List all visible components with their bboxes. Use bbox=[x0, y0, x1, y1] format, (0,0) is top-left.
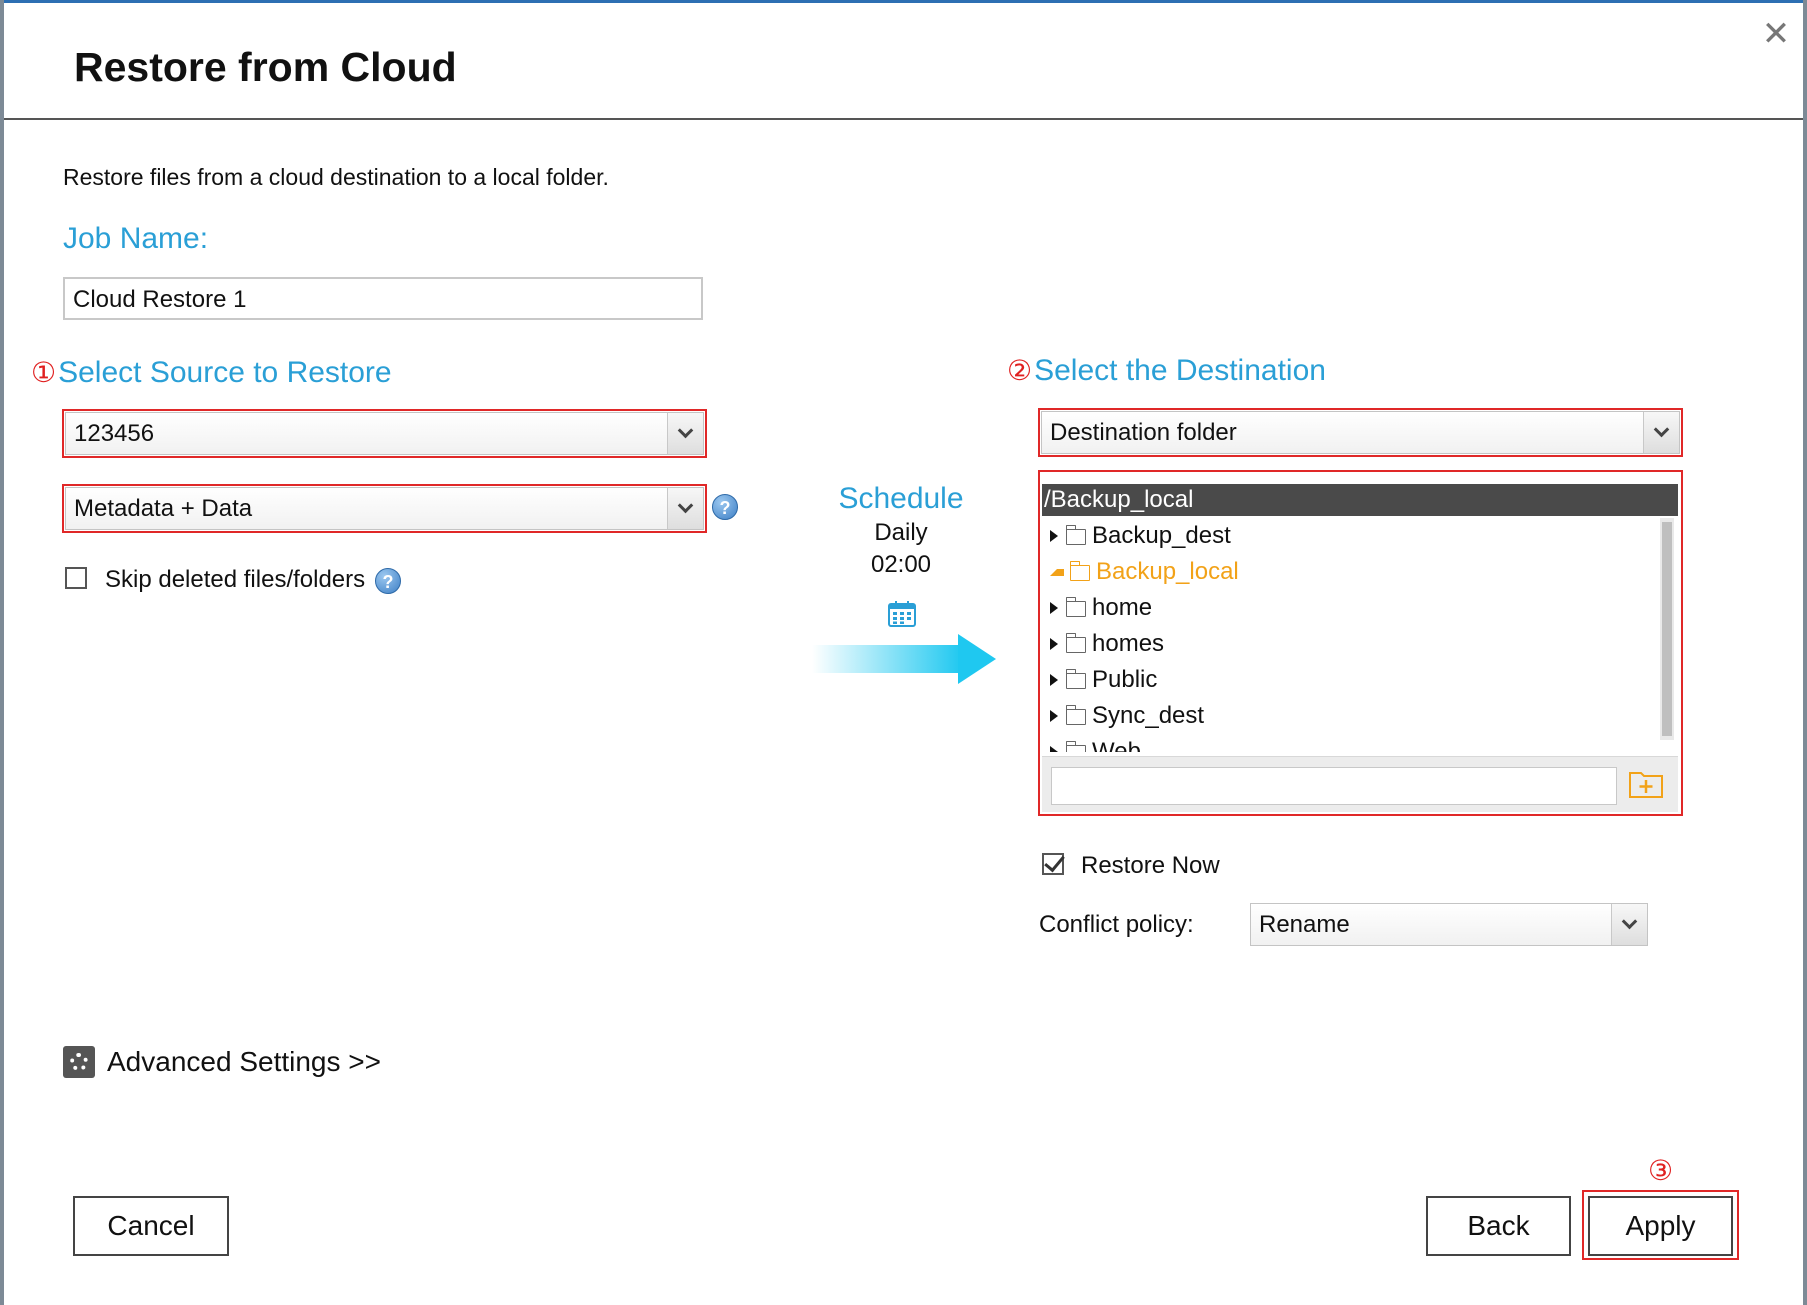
new-folder-bar bbox=[1042, 756, 1678, 812]
expand-arrow-icon[interactable] bbox=[1050, 638, 1058, 650]
apply-button[interactable]: Apply bbox=[1588, 1196, 1733, 1256]
folder-name: home bbox=[1092, 594, 1153, 621]
expand-arrow-icon[interactable] bbox=[1050, 530, 1058, 542]
cancel-button[interactable]: Cancel bbox=[73, 1196, 229, 1256]
folder-item-selected[interactable]: Backup_local bbox=[1042, 554, 1656, 590]
destination-type-select[interactable]: Destination folder bbox=[1041, 411, 1680, 454]
calendar-icon[interactable] bbox=[887, 600, 917, 628]
help-icon[interactable]: ? bbox=[375, 568, 401, 594]
folder-open-icon bbox=[1069, 561, 1090, 581]
source-mode-select[interactable]: Metadata + Data bbox=[65, 487, 704, 530]
expand-arrow-icon[interactable] bbox=[1050, 674, 1058, 686]
back-button[interactable]: Back bbox=[1426, 1196, 1571, 1256]
source-mode-value: Metadata + Data bbox=[74, 494, 253, 522]
skip-deleted-checkbox[interactable] bbox=[65, 567, 87, 589]
source-section-label: ①Select Source to Restore bbox=[31, 356, 392, 390]
folder-icon bbox=[1065, 597, 1086, 617]
expand-arrow-icon[interactable] bbox=[1050, 602, 1058, 614]
destination-section-label: ②Select the Destination bbox=[1007, 354, 1326, 388]
restore-now-label: Restore Now bbox=[1081, 852, 1220, 879]
job-name-input[interactable]: Cloud Restore 1 bbox=[63, 277, 703, 320]
advanced-settings-label: Advanced Settings >> bbox=[107, 1046, 381, 1077]
folder-list-scrollbar[interactable] bbox=[1660, 518, 1674, 740]
schedule-frequency: Daily bbox=[874, 519, 928, 546]
source-cloud-select[interactable]: 123456 bbox=[65, 412, 704, 455]
step-two-marker: ② bbox=[1007, 355, 1033, 386]
skip-deleted-label: Skip deleted files/folders bbox=[105, 566, 366, 593]
folder-icon bbox=[1065, 741, 1086, 752]
dialog-title: Restore from Cloud bbox=[74, 44, 457, 90]
folder-name: Web bbox=[1092, 738, 1141, 752]
flow-arrow-icon bbox=[958, 634, 996, 684]
title-divider bbox=[4, 118, 1803, 120]
window-top-edge bbox=[0, 0, 1807, 3]
new-folder-icon[interactable] bbox=[1628, 767, 1664, 799]
dialog-description: Restore files from a cloud destination t… bbox=[63, 164, 609, 190]
schedule-time: 02:00 bbox=[870, 551, 932, 578]
source-section-title: Select Source to Restore bbox=[58, 356, 392, 389]
folder-item[interactable]: Web bbox=[1042, 734, 1656, 752]
folder-icon bbox=[1065, 633, 1086, 653]
folder-item[interactable]: homes bbox=[1042, 626, 1656, 662]
folder-list: Backup_dest Backup_local home homes Publ bbox=[1042, 518, 1656, 752]
folder-item[interactable]: Backup_dest bbox=[1042, 518, 1656, 554]
folder-icon bbox=[1065, 669, 1086, 689]
new-folder-input[interactable] bbox=[1051, 767, 1617, 805]
destination-section-title: Select the Destination bbox=[1034, 354, 1326, 387]
chevron-down-icon[interactable] bbox=[667, 413, 703, 454]
advanced-settings-link[interactable]: Advanced Settings >> bbox=[63, 1046, 381, 1078]
source-cloud-value: 123456 bbox=[74, 419, 155, 447]
current-path-bar: /Backup_local bbox=[1042, 484, 1678, 516]
chevron-down-icon[interactable] bbox=[667, 488, 703, 529]
folder-icon bbox=[1065, 705, 1086, 725]
step-one-marker: ① bbox=[31, 357, 57, 388]
help-icon[interactable]: ? bbox=[712, 494, 738, 520]
flow-arrow-body bbox=[812, 645, 962, 673]
scrollbar-thumb[interactable] bbox=[1662, 522, 1672, 736]
conflict-policy-label: Conflict policy: bbox=[1039, 911, 1194, 938]
folder-icon bbox=[1065, 525, 1086, 545]
expand-arrow-icon[interactable] bbox=[1050, 746, 1058, 752]
folder-name: homes bbox=[1092, 630, 1165, 657]
folder-name: Backup_local bbox=[1096, 558, 1239, 585]
close-icon[interactable]: ✕ bbox=[1756, 14, 1796, 54]
conflict-policy-select[interactable]: Rename bbox=[1250, 903, 1648, 946]
gear-icon bbox=[63, 1046, 95, 1078]
destination-type-value: Destination folder bbox=[1050, 418, 1237, 446]
window-left-edge bbox=[0, 0, 4, 1305]
folder-name: Public bbox=[1092, 666, 1158, 693]
folder-tree: /Backup_local Backup_dest Backup_local h… bbox=[1042, 474, 1678, 812]
job-name-label: Job Name: bbox=[63, 222, 209, 255]
schedule-link[interactable]: Schedule bbox=[838, 482, 964, 516]
folder-name: Backup_dest bbox=[1092, 522, 1231, 549]
collapse-arrow-icon[interactable] bbox=[1050, 568, 1064, 576]
chevron-down-icon[interactable] bbox=[1643, 412, 1679, 453]
folder-item[interactable]: Sync_dest bbox=[1042, 698, 1656, 734]
folder-name: Sync_dest bbox=[1092, 702, 1205, 729]
window-right-edge bbox=[1803, 0, 1807, 1305]
folder-item[interactable]: Public bbox=[1042, 662, 1656, 698]
step-three-marker: ③ bbox=[1648, 1155, 1674, 1186]
restore-dialog: Restore from Cloud ✕ Restore files from … bbox=[0, 0, 1807, 1305]
expand-arrow-icon[interactable] bbox=[1050, 710, 1058, 722]
chevron-down-icon[interactable] bbox=[1611, 904, 1647, 945]
restore-now-checkbox[interactable] bbox=[1042, 853, 1064, 875]
folder-item[interactable]: home bbox=[1042, 590, 1656, 626]
conflict-policy-value: Rename bbox=[1259, 910, 1350, 938]
